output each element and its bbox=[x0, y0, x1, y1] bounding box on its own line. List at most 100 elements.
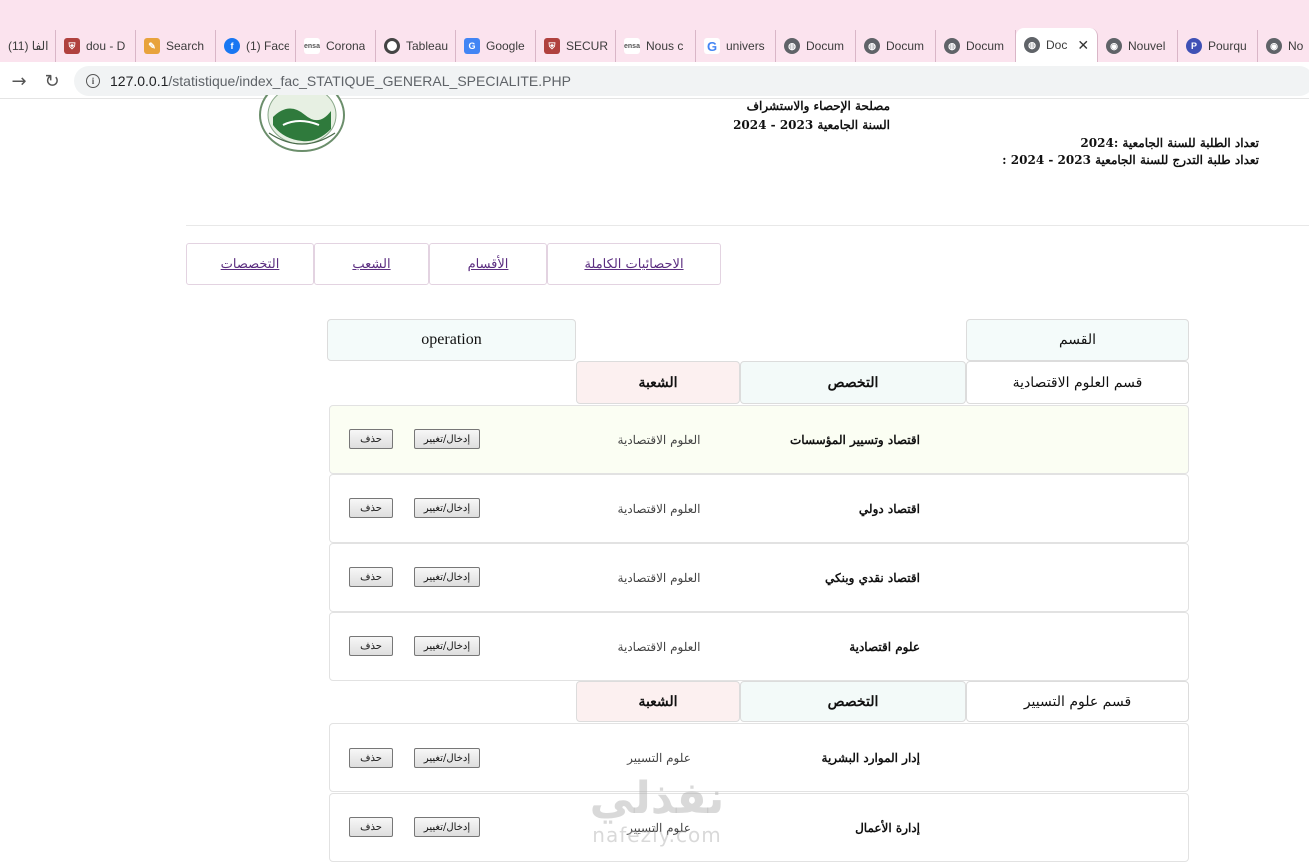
browser-tab[interactable]: ensa Nous c bbox=[616, 30, 696, 62]
table-row: علوم اقتصادية العلوم الاقتصادية إدخال/تغ… bbox=[329, 612, 1189, 681]
header-divider bbox=[186, 225, 1309, 226]
branch-name: العلوم الاقتصادية bbox=[617, 570, 701, 585]
edit-button[interactable]: إدخال/تغيير bbox=[414, 567, 480, 587]
academic-year: السنة الجامعية 2023 - 2024 bbox=[733, 118, 890, 132]
p-icon: P bbox=[1186, 38, 1202, 54]
browser-tab[interactable]: f (1) Face bbox=[216, 30, 296, 62]
specialty-name: اقتصاد وتسيير المؤسسات bbox=[790, 432, 920, 447]
edit-button[interactable]: إدخال/تغيير bbox=[414, 498, 480, 518]
grad-students-count-label: تعداد طلبة التدرج للسنة الجامعية 2023 - … bbox=[1002, 153, 1259, 167]
nav-departments[interactable]: الأقسام bbox=[429, 243, 547, 285]
branch-header: الشعبة bbox=[576, 681, 740, 722]
browser-tab[interactable]: P Pourqu bbox=[1178, 30, 1258, 62]
url-path: /statistique/index_fac_STATIQUE_GENERAL_… bbox=[168, 73, 571, 89]
tab-label: (11) الفا bbox=[8, 39, 49, 53]
tab-label: Google bbox=[486, 39, 525, 53]
browser-tab[interactable]: ⛨ SECURI bbox=[536, 30, 616, 62]
delete-button[interactable]: حذف bbox=[349, 429, 393, 449]
tab-label: Corona bbox=[326, 39, 366, 53]
table-row: اقتصاد دولي العلوم الاقتصادية إدخال/تغيي… bbox=[329, 474, 1189, 543]
url-host: 127.0.0.1 bbox=[110, 73, 169, 89]
delete-button[interactable]: حذف bbox=[349, 817, 393, 837]
tab-label: Docum bbox=[886, 39, 925, 53]
shield-icon: ⛨ bbox=[64, 38, 80, 54]
browser-tab[interactable]: ensa Corona bbox=[296, 30, 376, 62]
operation-header: operation bbox=[327, 319, 576, 361]
browser-tab[interactable]: ✎ Search bbox=[136, 30, 216, 62]
browser-tab[interactable]: Gunivers bbox=[696, 30, 776, 62]
address-bar[interactable]: i 127.0.0.1/statistique/index_fac_STATIQ… bbox=[74, 66, 1309, 96]
site-info-icon[interactable]: i bbox=[86, 74, 100, 88]
browser-tab[interactable]: ◉ Nou bbox=[1258, 30, 1309, 62]
globe-icon: ◍ bbox=[864, 38, 880, 54]
edit-button[interactable]: إدخال/تغيير bbox=[414, 748, 480, 768]
delete-button[interactable]: حذف bbox=[349, 567, 393, 587]
specialty-name: اقتصاد دولي bbox=[858, 501, 920, 516]
tab-label: dou - D bbox=[86, 39, 126, 53]
nav-full-statistics[interactable]: الاحصائيات الكاملة bbox=[547, 243, 721, 285]
browser-tab[interactable]: ◍ Docum bbox=[936, 30, 1016, 62]
tab-label: univers bbox=[726, 39, 765, 53]
delete-button[interactable]: حذف bbox=[349, 748, 393, 768]
circle-icon bbox=[384, 38, 400, 54]
forward-arrow-icon[interactable]: → bbox=[8, 70, 30, 92]
tab-label: Search bbox=[166, 39, 205, 53]
browser-tab[interactable]: (11) الفا bbox=[0, 30, 56, 62]
ensa-icon: ensa bbox=[304, 38, 320, 54]
page-content: مصلحة الإحصاء والاستشراف السنة الجامعية … bbox=[0, 95, 1309, 862]
students-count-label: تعداد الطلبة للسنة الجامعية :2024 bbox=[1080, 136, 1259, 150]
close-tab-icon[interactable]: ✕ bbox=[1077, 37, 1089, 54]
tab-label: Pourqu bbox=[1208, 39, 1247, 53]
browser-tab[interactable]: ◍ Docum bbox=[776, 30, 856, 62]
specialty-header: التخصص bbox=[740, 681, 966, 722]
university-logo-icon bbox=[259, 95, 345, 152]
nav-branches[interactable]: الشعب bbox=[314, 243, 429, 285]
facebook-icon: f bbox=[224, 38, 240, 54]
browser-toolbar: → ↻ i 127.0.0.1/statistique/index_fac_ST… bbox=[0, 62, 1309, 99]
tab-label: Docum bbox=[806, 39, 845, 53]
browser-tab-active[interactable]: ◍ Doc ✕ bbox=[1016, 28, 1098, 62]
browser-tab[interactable]: ◍ Docum bbox=[856, 30, 936, 62]
tab-label: (1) Face bbox=[246, 39, 289, 53]
google-icon: G bbox=[704, 38, 720, 54]
search-app-icon: ✎ bbox=[144, 38, 160, 54]
watermark-arabic: نفذلي bbox=[589, 773, 725, 824]
shield-icon: ⛨ bbox=[544, 38, 560, 54]
branch-name: العلوم الاقتصادية bbox=[617, 639, 701, 654]
delete-button[interactable]: حذف bbox=[349, 498, 393, 518]
edit-button[interactable]: إدخال/تغيير bbox=[414, 429, 480, 449]
nav-specialties[interactable]: التخصصات bbox=[186, 243, 314, 285]
tab-label: Doc bbox=[1046, 38, 1068, 52]
browser-tab[interactable]: ◉ Nouvel bbox=[1098, 30, 1178, 62]
tab-label: Nouvel bbox=[1128, 39, 1166, 53]
browser-tab[interactable]: ⛨ dou - D bbox=[56, 30, 136, 62]
reload-icon[interactable]: ↻ bbox=[41, 70, 63, 92]
globe-icon: ◍ bbox=[944, 38, 960, 54]
specialty-name: علوم اقتصادية bbox=[849, 639, 920, 654]
chrome-icon: ◉ bbox=[1266, 38, 1282, 54]
tab-label: Nous c bbox=[646, 39, 684, 53]
branch-name: العلوم الاقتصادية bbox=[617, 432, 701, 447]
department-name: قسم علوم التسيير bbox=[966, 681, 1189, 722]
browser-tab[interactable]: G Google bbox=[456, 30, 536, 62]
branch-name: العلوم الاقتصادية bbox=[617, 501, 701, 516]
browser-tab[interactable]: Tableau bbox=[376, 30, 456, 62]
table-row: إدارة الأعمال علوم التسيير إدخال/تغيير ح… bbox=[329, 793, 1189, 862]
globe-icon: ◍ bbox=[784, 38, 800, 54]
chrome-icon: ◉ bbox=[1106, 38, 1122, 54]
browser-tab-strip: (11) الفا ⛨ dou - D ✎ Search f (1) Face ens… bbox=[0, 0, 1309, 62]
delete-button[interactable]: حذف bbox=[349, 636, 393, 656]
specialty-header: التخصص bbox=[740, 361, 966, 404]
table-row: اقتصاد وتسيير المؤسسات العلوم الاقتصادية… bbox=[329, 405, 1189, 474]
tab-label: Nou bbox=[1288, 39, 1303, 53]
specialty-name: إدار الموارد البشرية bbox=[821, 750, 920, 765]
ensa-icon: ensa bbox=[624, 38, 640, 54]
edit-button[interactable]: إدخال/تغيير bbox=[414, 817, 480, 837]
department-header: القسم bbox=[966, 319, 1189, 361]
watermark: نفذلي nafezly.com bbox=[572, 773, 742, 848]
tab-label: Docum bbox=[966, 39, 1005, 53]
specialty-name: إدارة الأعمال bbox=[855, 820, 920, 835]
department-name: قسم العلوم الاقتصادية bbox=[966, 361, 1189, 404]
edit-button[interactable]: إدخال/تغيير bbox=[414, 636, 480, 656]
branch-header: الشعبة bbox=[576, 361, 740, 404]
